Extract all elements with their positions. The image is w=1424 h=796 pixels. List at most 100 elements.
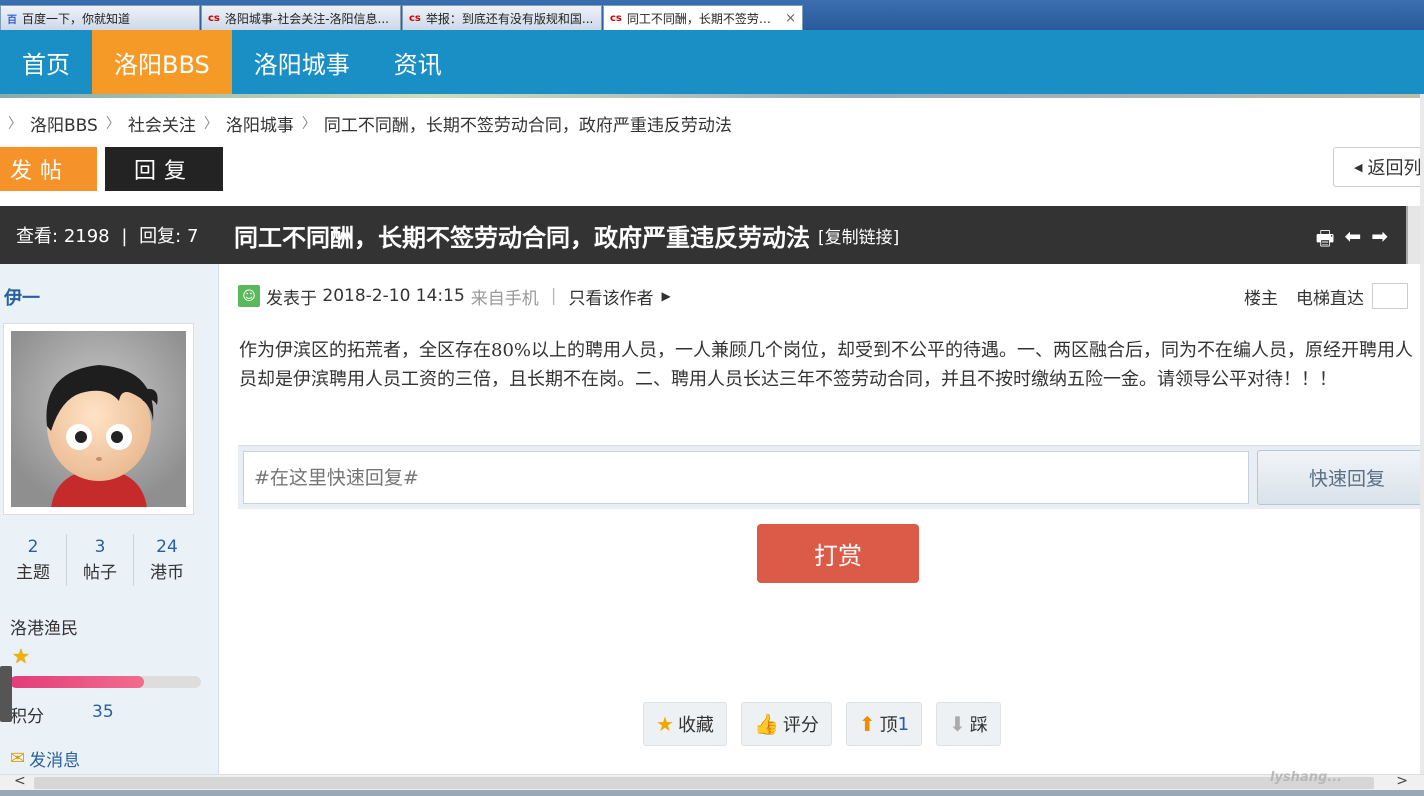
- post-meta-right: 楼主 电梯直达: [1244, 283, 1408, 309]
- score-label: 积分: [10, 707, 44, 727]
- author-sidebar: 伊一 2 主题 3 帖子 24 港币 洛港渔民 ★ 积分 35 ✉ 发消息: [0, 264, 219, 774]
- reward-button[interactable]: 打赏: [757, 524, 919, 583]
- browser-tab-label: 举报：到底还有没有版规和国...: [425, 11, 594, 26]
- arrow-left-icon[interactable]: ⬅: [1344, 224, 1361, 258]
- only-author-link[interactable]: 只看该作者: [569, 284, 654, 309]
- floor-label: 楼主: [1244, 288, 1278, 309]
- meta-divider: |: [550, 286, 557, 306]
- rate-label: 评分: [782, 715, 819, 736]
- browser-tab-label: 同工不同酬，长期不签劳动...: [626, 11, 782, 26]
- stat-coins[interactable]: 24 港币: [134, 534, 200, 586]
- reply-button[interactable]: 回复: [105, 147, 223, 191]
- stat-threads[interactable]: 2 主题: [0, 534, 67, 586]
- print-icon[interactable]: 🖶: [1316, 224, 1335, 258]
- post-body: 作为伊滨区的拓荒者，全区存在80%以上的聘用人员，一人兼顾几个岗位，却受到不公平…: [239, 340, 1414, 390]
- user-group: 洛港渔民: [10, 619, 78, 639]
- scroll-left-icon[interactable]: <: [14, 773, 26, 789]
- stat-label: 帖子: [83, 563, 117, 583]
- post-datetime: 2018-2-10 14:15: [322, 286, 465, 306]
- breadcrumb-current[interactable]: 同工不同酬，长期不签劳动合同，政府严重违反劳动法: [324, 111, 732, 136]
- arrow-down-icon: ⬇: [949, 712, 966, 736]
- breadcrumb-item[interactable]: 社会关注: [128, 111, 196, 136]
- nav-luoyang-bbs[interactable]: 洛阳BBS: [92, 30, 232, 94]
- jump-to-floor-input[interactable]: [1372, 283, 1408, 309]
- upvote-button[interactable]: ⬆ 顶 1: [845, 702, 923, 746]
- browser-tabs: 百 百度一下，你就知道 cs 洛阳城事-社会关注-洛阳信息... cs 举报：到…: [0, 0, 1424, 30]
- posted-prefix: 发表于: [266, 288, 317, 309]
- stat-posts[interactable]: 3 帖子: [67, 534, 134, 586]
- stat-value: 2: [27, 537, 39, 557]
- thread-stats: 查看: 2198 | 回复: 7: [0, 222, 218, 248]
- site-icon: cs: [409, 12, 421, 24]
- stats-divider: |: [121, 226, 128, 247]
- new-post-button[interactable]: 发帖: [0, 147, 97, 191]
- breadcrumb-separator: 〉: [105, 116, 120, 132]
- avatar-image: [11, 331, 186, 507]
- horizontal-scrollbar[interactable]: < >: [0, 773, 1424, 790]
- downvote-button[interactable]: ⬇ 踩: [936, 702, 1001, 746]
- quick-reply-input[interactable]: [243, 451, 1249, 504]
- nav-home[interactable]: 首页: [0, 30, 92, 94]
- replies-count: 7: [186, 226, 199, 247]
- triangle-left-icon: ◀: [1354, 160, 1363, 174]
- downvote-label: 踩: [969, 715, 988, 736]
- browser-tab-label: 百度一下，你就知道: [22, 11, 131, 26]
- score-row: 积分 35: [10, 702, 114, 727]
- stat-label: 港币: [150, 563, 184, 583]
- arrow-right-icon[interactable]: ➡: [1371, 224, 1388, 258]
- breadcrumb-item[interactable]: 洛阳BBS: [30, 111, 98, 136]
- back-to-list-button[interactable]: ◀ 返回列: [1333, 147, 1424, 187]
- quick-reply-button[interactable]: 快速回复: [1257, 450, 1424, 505]
- close-tab-icon[interactable]: ×: [785, 11, 796, 26]
- watermark: lyshang...: [1270, 770, 1343, 785]
- browser-tab-current[interactable]: cs 同工不同酬，长期不签劳动... ×: [603, 5, 803, 30]
- send-message-link[interactable]: ✉ 发消息: [10, 746, 80, 771]
- side-gauge-widget: [0, 666, 12, 722]
- score-value: 35: [92, 702, 114, 722]
- message-icon: ✉: [10, 748, 26, 769]
- site-icon: cs: [610, 12, 622, 24]
- breadcrumb-item[interactable]: 洛阳城事: [226, 111, 294, 136]
- browser-tab-baidu[interactable]: 百 百度一下，你就知道: [0, 5, 200, 30]
- send-message-label: 发消息: [29, 751, 81, 771]
- site-icon: cs: [208, 12, 220, 24]
- nav-news[interactable]: 资讯: [372, 30, 464, 94]
- views-label: 查看:: [16, 226, 59, 247]
- triangle-right-icon: ▶: [661, 289, 671, 303]
- favorite-button[interactable]: ★ 收藏: [643, 702, 727, 746]
- breadcrumb-separator: 〉: [8, 116, 22, 132]
- browser-tab-report[interactable]: cs 举报：到底还有没有版规和国...: [402, 5, 602, 30]
- vertical-scrollbar[interactable]: [1420, 94, 1424, 774]
- browser-tab-luoyang-city[interactable]: cs 洛阳城事-社会关注-洛阳信息...: [201, 5, 401, 30]
- back-to-list-label: 返回列: [1367, 158, 1422, 179]
- stat-label: 主题: [16, 563, 50, 583]
- scroll-right-icon[interactable]: >: [1396, 773, 1408, 789]
- replies-label: 回复:: [139, 226, 182, 247]
- stat-value: 3: [94, 537, 106, 557]
- baidu-icon: 百: [7, 14, 17, 26]
- arrow-up-icon: ⬆: [858, 712, 876, 736]
- quick-reply-bar: 快速回复: [238, 445, 1424, 509]
- scroll-thumb[interactable]: [34, 777, 1374, 789]
- site-nav: 首页 洛阳BBS 洛阳城事 资讯: [0, 30, 1424, 94]
- copy-link[interactable]: [复制链接]: [818, 223, 899, 248]
- breadcrumb-separator: 〉: [301, 116, 316, 132]
- breadcrumb-separator: 〉: [203, 116, 218, 132]
- upvote-count: 1: [897, 713, 910, 735]
- star-icon: ★: [656, 712, 674, 736]
- thread-title: 同工不同酬，长期不签劳动合同，政府严重违反劳动法: [234, 223, 810, 252]
- post-source: 来自手机: [470, 288, 539, 309]
- browser-tab-label: 洛阳城事-社会关注-洛阳信息...: [224, 11, 389, 26]
- cartoon-boy-avatar: [11, 331, 186, 507]
- thread-title-bar: 查看: 2198 | 回复: 7 同工不同酬，长期不签劳动合同，政府严重违反劳动…: [0, 206, 1424, 264]
- jump-to-floor-label: 电梯直达: [1296, 288, 1364, 309]
- avatar[interactable]: [3, 323, 194, 515]
- post-actions: ★ 收藏 👍 评分 ⬆ 顶 1 ⬇ 踩: [643, 702, 1001, 746]
- nav-banner-strip: [0, 94, 1424, 98]
- browser-tab-bar: 百 百度一下，你就知道 cs 洛阳城事-社会关注-洛阳信息... cs 举报：到…: [0, 0, 1424, 30]
- author-stats: 2 主题 3 帖子 24 港币: [0, 534, 200, 586]
- nav-luoyang-city[interactable]: 洛阳城事: [232, 30, 372, 94]
- rate-button[interactable]: 👍 评分: [740, 702, 832, 746]
- window-bottom-edge: [0, 790, 1424, 796]
- author-name[interactable]: 伊一: [4, 284, 40, 310]
